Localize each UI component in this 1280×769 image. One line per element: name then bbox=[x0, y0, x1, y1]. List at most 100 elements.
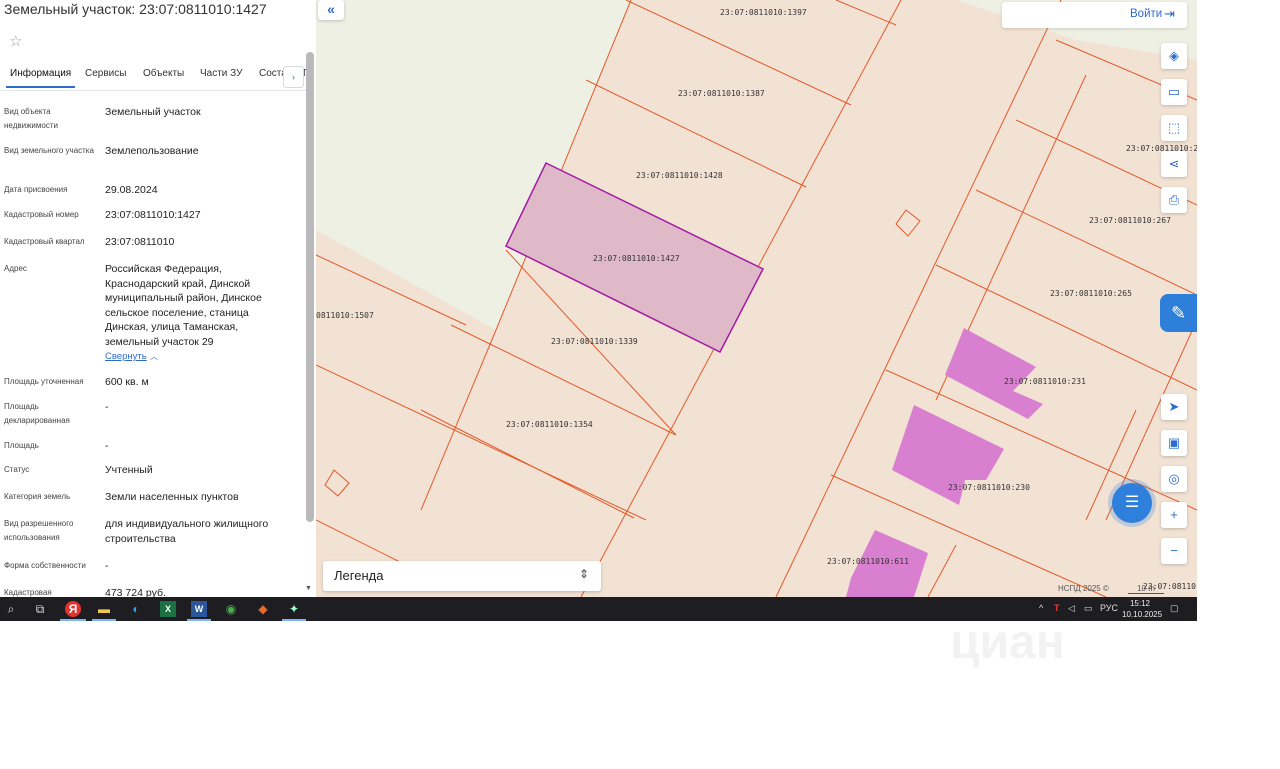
clock-time: 15:12 bbox=[1129, 599, 1151, 608]
field-value: - bbox=[105, 560, 109, 572]
chevron-updown-icon: ⇕ bbox=[579, 567, 590, 581]
geo-pin-icon[interactable]: ◎ bbox=[1161, 466, 1187, 492]
field-label: Категория земель bbox=[4, 492, 71, 501]
field-value: - bbox=[105, 440, 109, 452]
scroll-down-arrow-icon[interactable]: ▼ bbox=[305, 585, 312, 592]
print-icon[interactable]: ⎙ bbox=[1161, 187, 1187, 213]
field-label: Статус bbox=[4, 465, 30, 474]
login-button[interactable]: Войти ⇥ bbox=[1002, 2, 1187, 28]
parcel-label: 23:07:0811010:1339 bbox=[551, 337, 638, 346]
volume-muted-icon[interactable]: ◁ bbox=[1068, 603, 1075, 614]
field-label: Площадь декларированная bbox=[4, 402, 70, 425]
parcel-label: 23:07:0811010:1427 bbox=[593, 254, 680, 263]
tab-parts[interactable]: Части ЗУ bbox=[200, 68, 242, 79]
field-value: 23:07:0811010:1427 bbox=[105, 209, 201, 221]
ruler-icon[interactable]: ▭ bbox=[1161, 79, 1187, 105]
layers-icon[interactable]: ◈ bbox=[1161, 43, 1187, 69]
tabs-scroll-right-icon[interactable]: › bbox=[283, 66, 304, 88]
notifications-icon[interactable]: ▢ bbox=[1170, 603, 1179, 614]
share-icon[interactable]: ⋖ bbox=[1161, 151, 1187, 177]
tab-services[interactable]: Сервисы bbox=[85, 68, 126, 79]
yandex-browser-icon[interactable]: Я bbox=[65, 601, 81, 617]
field-value: Земельный участок bbox=[105, 106, 201, 118]
field-value: 29.08.2024 bbox=[105, 184, 158, 196]
clock-date: 10.10.2025 bbox=[1122, 610, 1163, 619]
panel-scrollbar[interactable] bbox=[306, 52, 314, 522]
locate-icon[interactable]: ➤ bbox=[1161, 394, 1187, 420]
field-label: Дата присвоения bbox=[4, 185, 68, 194]
legend-dropdown[interactable]: Легенда ⇕ bbox=[323, 561, 601, 591]
active-app-indicator bbox=[282, 619, 306, 621]
chat-icon[interactable]: ☰ bbox=[1112, 483, 1152, 523]
favorite-star-icon[interactable]: ☆ bbox=[9, 32, 22, 50]
chevron-up-icon[interactable]: ︿ bbox=[150, 351, 158, 362]
parcel-label: 23:07:0811010:1428 bbox=[636, 171, 723, 180]
parcel-label: 0811010:1507 bbox=[316, 311, 374, 320]
building[interactable] bbox=[945, 328, 1043, 419]
feedback-icon[interactable]: ✎ bbox=[1160, 294, 1197, 332]
info-panel: Земельный участок: 23:07:0811010:1427 ☆ … bbox=[0, 0, 316, 597]
parcel-label: 23:07:0811010:611 bbox=[827, 557, 909, 566]
taskbar-clock[interactable]: 15:12 10.10.2025 bbox=[1122, 598, 1163, 620]
scale-bar: 10 m bbox=[1128, 584, 1164, 594]
cadastral-map[interactable]: 23:07:0811010:1397 23:07:0811010:1387 23… bbox=[316, 0, 1197, 597]
field-value: Учтенный bbox=[105, 464, 153, 476]
collapse-panel-icon[interactable]: « bbox=[318, 0, 344, 20]
task-view-icon[interactable]: ⧉ bbox=[32, 601, 48, 617]
select-area-icon[interactable]: ⬚ bbox=[1161, 115, 1187, 141]
field-label: Кадастровая bbox=[4, 588, 52, 597]
field-value: 23:07:0811010 bbox=[105, 236, 175, 248]
language-indicator[interactable]: РУС bbox=[1100, 603, 1118, 613]
field-label: Вид разрешенного использования bbox=[4, 519, 74, 542]
field-label: Кадастровый номер bbox=[4, 210, 79, 219]
panel-title: Земельный участок: 23:07:0811010:1427 bbox=[4, 1, 267, 17]
parcel-label: 23:07:0811010:1354 bbox=[506, 420, 593, 429]
chrome-icon[interactable]: ◉ bbox=[223, 601, 239, 617]
tab-objects[interactable]: Объекты bbox=[143, 68, 184, 79]
parcel-label: 23:07:0811010:231 bbox=[1004, 377, 1086, 386]
field-value: 473 724 руб. bbox=[105, 587, 166, 597]
antivirus-tray-icon[interactable]: T bbox=[1054, 603, 1060, 613]
field-value: 600 кв. м bbox=[105, 376, 149, 388]
map-attribution: НСПД 2025 © bbox=[1058, 584, 1109, 593]
collapse-link[interactable]: Свернуть bbox=[105, 351, 147, 362]
address-value: Российская Федерация, Краснодарский край… bbox=[105, 263, 262, 348]
field-label: Кадастровый квартал bbox=[4, 237, 85, 246]
tab-bar: Информация Сервисы Объекты Части ЗУ Сост… bbox=[0, 66, 310, 91]
field-value: Землепользование bbox=[105, 145, 199, 157]
zoom-out-icon[interactable]: − bbox=[1161, 538, 1187, 564]
field-label: Вид объекта недвижимости bbox=[4, 107, 58, 130]
minimap-icon[interactable]: ▣ bbox=[1161, 430, 1187, 456]
field-label: Площадь bbox=[4, 441, 39, 450]
search-icon[interactable]: ⌕ bbox=[3, 601, 19, 617]
excel-icon[interactable]: X bbox=[160, 601, 176, 617]
parcel-label: 23:07:0811010:267 bbox=[1089, 216, 1171, 225]
login-arrow-icon: ⇥ bbox=[1164, 6, 1175, 21]
field-value: Земли населенных пунктов bbox=[105, 491, 239, 503]
legend-label: Легенда bbox=[334, 568, 384, 583]
word-icon[interactable]: W bbox=[191, 601, 207, 617]
parcel-label: 23:07:0811010:1387 bbox=[678, 89, 765, 98]
settings-app-icon[interactable]: ✦ bbox=[286, 601, 302, 617]
tab-information[interactable]: Информация bbox=[5, 68, 76, 88]
map-canvas[interactable]: 23:07:0811010:1397 23:07:0811010:1387 23… bbox=[316, 0, 1197, 597]
field-label: Форма собственности bbox=[4, 561, 86, 570]
field-label: Площадь уточненная bbox=[4, 377, 84, 386]
parcel-label: 23:07:0811010:265 bbox=[1050, 289, 1132, 298]
active-app-indicator bbox=[60, 619, 86, 621]
field-value: - bbox=[105, 401, 109, 413]
field-label: Вид земельного участка bbox=[4, 146, 94, 155]
active-app-indicator bbox=[187, 619, 211, 621]
field-value: для индивидуального жилищного строительс… bbox=[105, 518, 269, 545]
active-app-indicator bbox=[92, 619, 116, 621]
network-icon[interactable]: ▭ bbox=[1084, 603, 1093, 614]
zoom-in-icon[interactable]: + bbox=[1161, 502, 1187, 528]
app-icon[interactable]: ◆ bbox=[255, 601, 271, 617]
login-label: Войти bbox=[1130, 8, 1163, 20]
file-explorer-icon[interactable]: ▬ bbox=[96, 601, 112, 617]
field-label: Адрес bbox=[4, 264, 27, 273]
watermark: циан bbox=[950, 616, 1065, 669]
tray-expand-icon[interactable]: ^ bbox=[1039, 603, 1043, 613]
edge-icon[interactable]: ◐ bbox=[128, 601, 144, 617]
parcel-label: 23:07:0811010:230 bbox=[948, 483, 1030, 492]
